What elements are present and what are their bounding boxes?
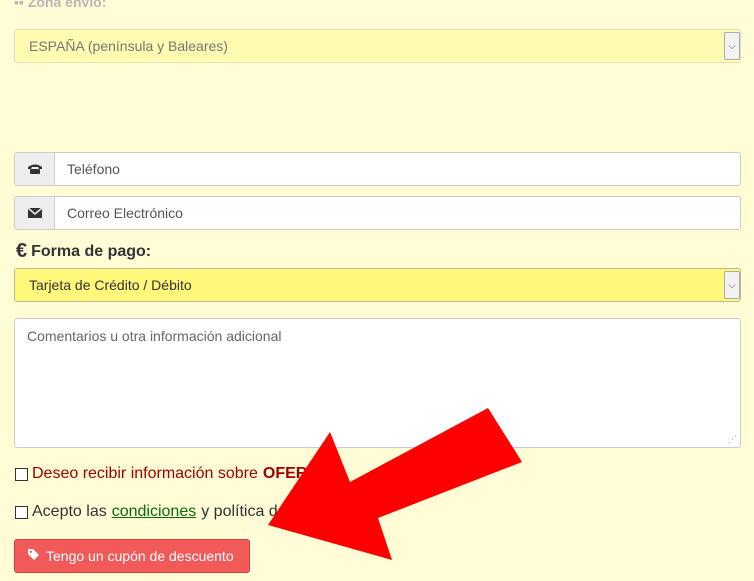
condiciones-row: Acepto las condiciones y política d bbox=[15, 503, 278, 521]
zona-envio-label: ▪▪ Zona envío: bbox=[14, 0, 106, 10]
email-field[interactable]: Correo Electrónico bbox=[54, 196, 741, 230]
phone-icon bbox=[14, 152, 54, 186]
condiciones-suffix: y política d bbox=[201, 503, 278, 520]
ofertas-label: Deseo recibir información sobre bbox=[32, 465, 258, 482]
condiciones-link[interactable]: condiciones bbox=[112, 503, 197, 521]
envelope-icon bbox=[14, 196, 54, 230]
forma-de-pago-heading: € Forma de pago: bbox=[16, 240, 151, 263]
chevron-down-icon: ⌵ bbox=[724, 271, 740, 299]
truck-icon: ▪▪ bbox=[14, 0, 24, 10]
forma-de-pago-label: Forma de pago: bbox=[31, 242, 152, 260]
red-arrow-icon bbox=[268, 408, 522, 560]
forma-de-pago-select[interactable]: Tarjeta de Crédito / Débito ⌵ bbox=[14, 268, 741, 302]
coupon-button[interactable]: Tengo un cupón de descuento bbox=[14, 539, 250, 573]
zona-selected-value: ESPAÑA (península y Baleares) bbox=[29, 38, 228, 54]
resize-grip-icon[interactable]: ⋰ bbox=[728, 434, 737, 445]
pago-selected-value: Tarjeta de Crédito / Débito bbox=[29, 277, 192, 293]
condiciones-checkbox[interactable] bbox=[15, 505, 28, 519]
phone-input-group: Teléfono bbox=[14, 152, 741, 186]
chevron-down-icon: ⌵ bbox=[724, 32, 740, 60]
comments-placeholder: Comentarios u otra información adicional bbox=[27, 328, 282, 344]
condiciones-prefix: Acepto las bbox=[32, 503, 107, 520]
zona-envio-select[interactable]: ESPAÑA (península y Baleares) ⌵ bbox=[14, 29, 741, 63]
euro-icon: € bbox=[16, 240, 28, 262]
phone-field[interactable]: Teléfono bbox=[54, 152, 741, 186]
coupon-label: Tengo un cupón de descuento bbox=[46, 548, 234, 564]
email-input-group: Correo Electrónico bbox=[14, 196, 741, 230]
ofertas-checkbox[interactable] bbox=[15, 467, 28, 481]
tag-icon bbox=[27, 548, 40, 564]
ofertas-row: Deseo recibir información sobre OFER bbox=[15, 465, 307, 483]
